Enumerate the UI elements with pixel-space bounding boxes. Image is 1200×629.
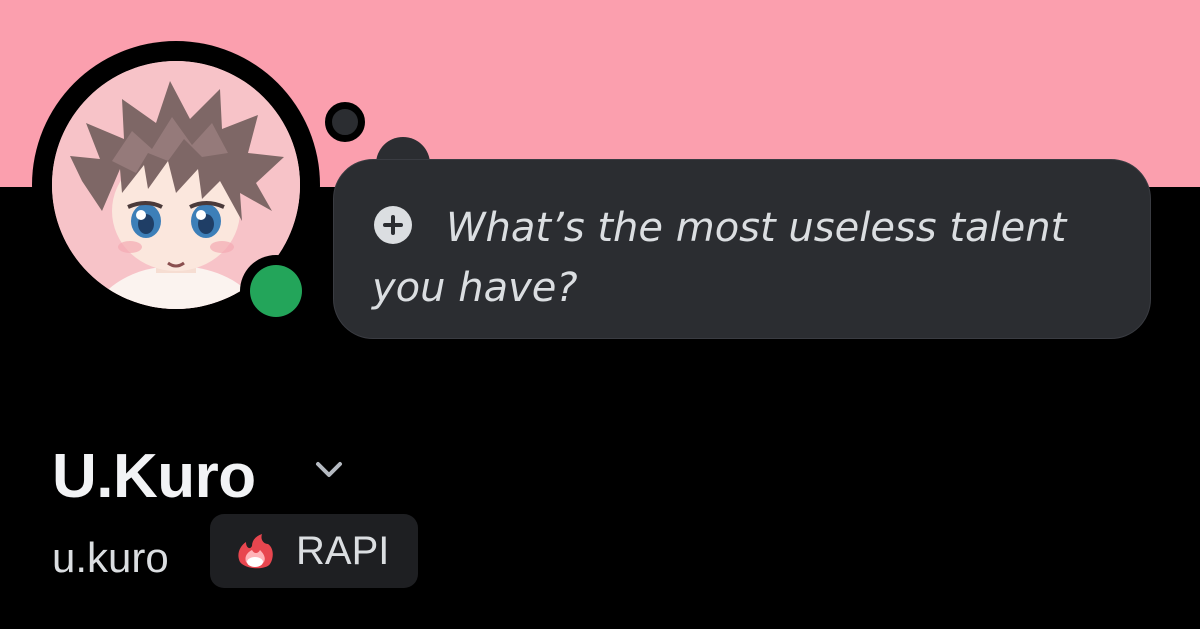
chevron-down-icon[interactable] [312,458,346,482]
thought-bubble-dot-small [325,102,365,142]
flame-badge-icon [238,534,273,569]
status-prompt-bubble[interactable]: What’s the most useless talent you have? [333,159,1151,339]
username: u.kuro [52,534,169,581]
status-prompt-text: What’s the most useless talent you have? [372,205,1067,311]
display-name: U.Kuro [52,442,256,511]
clan-tag[interactable]: RAPI [210,514,418,588]
clan-tag-label: RAPI [296,529,390,573]
online-status-icon [250,265,302,317]
